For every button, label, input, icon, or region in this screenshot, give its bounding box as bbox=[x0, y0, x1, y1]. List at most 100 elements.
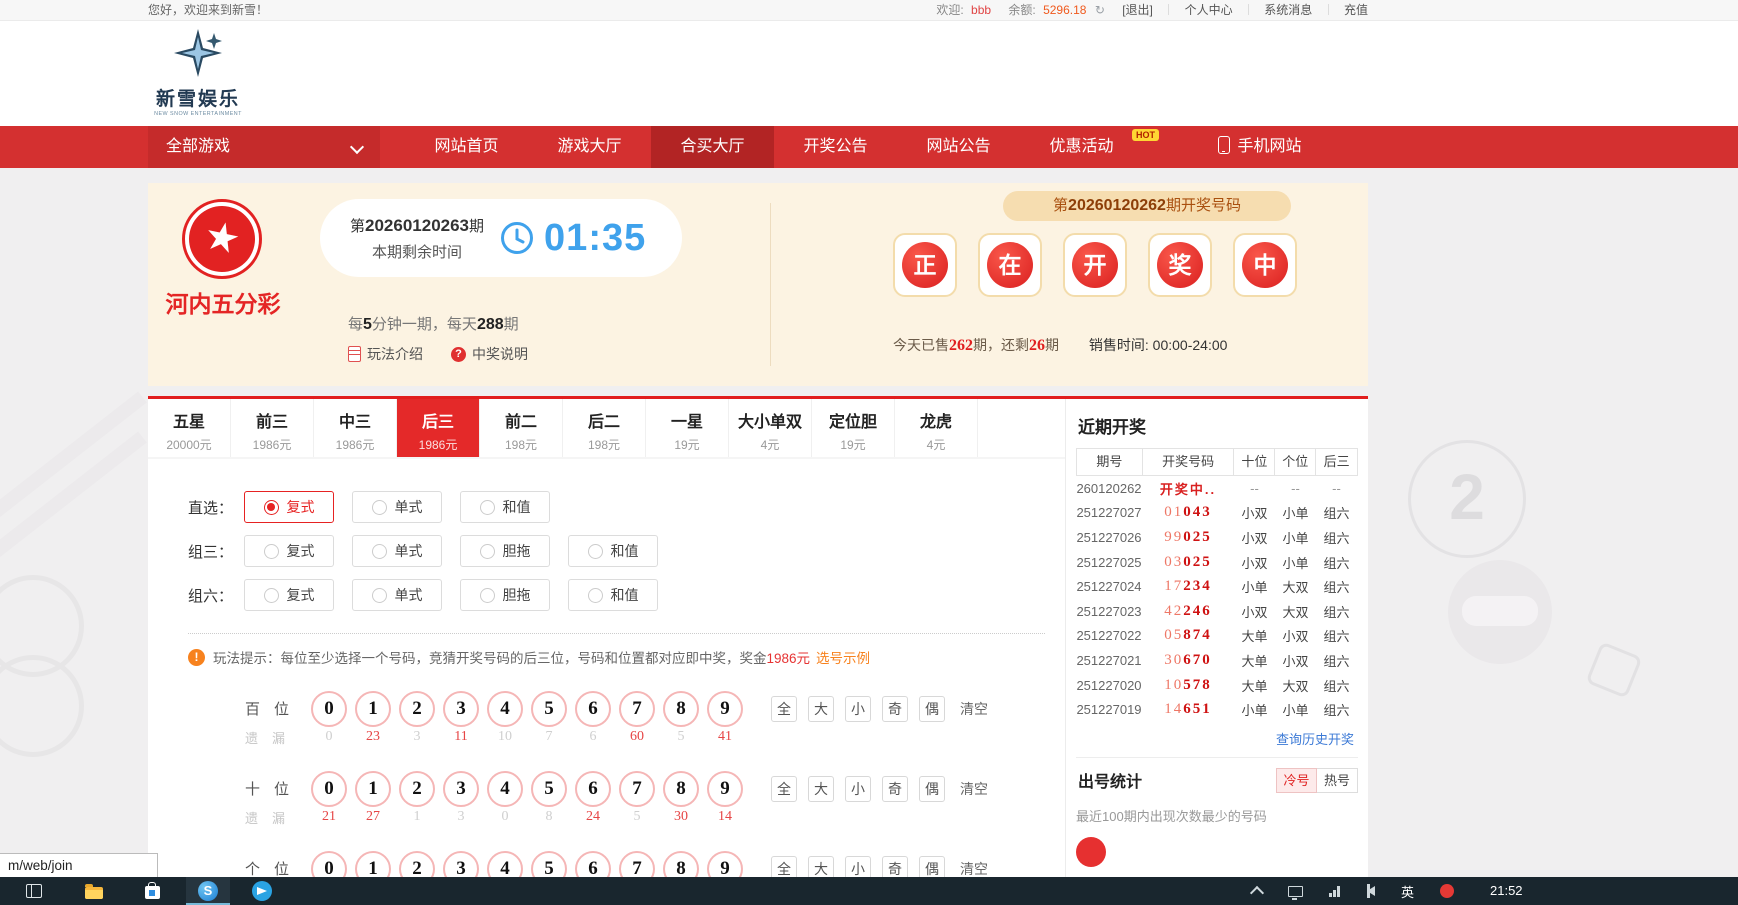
taskbar-clock[interactable]: 21:52 bbox=[1490, 877, 1523, 905]
refresh-balance-icon[interactable]: ↻ bbox=[1095, 3, 1105, 17]
draw-number-tail: 025 bbox=[1183, 529, 1212, 545]
quick-button[interactable]: 偶 bbox=[919, 776, 945, 802]
digit-button[interactable]: 2 bbox=[399, 771, 435, 807]
divider bbox=[188, 633, 1045, 634]
play-option-label: 胆拖 bbox=[503, 541, 531, 561]
browser-app-button[interactable]: S bbox=[186, 877, 230, 905]
digit-button[interactable]: 4 bbox=[487, 691, 523, 727]
nav-item-3[interactable]: 开奖公告 bbox=[774, 126, 897, 168]
telegram-button[interactable] bbox=[240, 877, 284, 905]
play-option[interactable]: 和值 bbox=[568, 579, 658, 611]
nav-item-5[interactable]: 优惠活动HOT bbox=[1020, 126, 1143, 168]
tab-9[interactable]: 龙虎4元 bbox=[895, 399, 978, 457]
clear-button[interactable]: 清空 bbox=[960, 776, 988, 802]
recent-draws-rows: 260120262开奖中..------25122702701043小双小单组六… bbox=[1076, 476, 1358, 722]
play-option[interactable]: 单式 bbox=[352, 491, 442, 523]
digit-row-labels: 十位遗漏 bbox=[245, 771, 297, 835]
cold-numbers-tab[interactable]: 冷号 bbox=[1276, 768, 1317, 793]
history-link[interactable]: 查询历史开奖 bbox=[1076, 729, 1354, 748]
draw-attr-tens: -- bbox=[1234, 481, 1275, 496]
nav-item-0[interactable]: 网站首页 bbox=[405, 126, 528, 168]
play-option[interactable]: 胆拖 bbox=[460, 579, 550, 611]
quick-button[interactable]: 大 bbox=[808, 776, 834, 802]
tab-1[interactable]: 前三1986元 bbox=[231, 399, 314, 457]
tab-8[interactable]: 定位胆19元 bbox=[812, 399, 895, 457]
digit-button[interactable]: 4 bbox=[487, 771, 523, 807]
system-messages-link[interactable]: 系统消息 bbox=[1264, 3, 1312, 17]
nav-item-1[interactable]: 游戏大厅 bbox=[528, 126, 651, 168]
display-tray-icon[interactable] bbox=[1288, 886, 1303, 897]
file-explorer-button[interactable] bbox=[72, 877, 116, 905]
quick-button[interactable]: 小 bbox=[845, 776, 871, 802]
play-option[interactable]: 单式 bbox=[352, 535, 442, 567]
hot-numbers-tab[interactable]: 热号 bbox=[1317, 768, 1358, 793]
divider bbox=[1076, 757, 1358, 758]
volume-tray-icon[interactable] bbox=[1367, 886, 1375, 896]
digit-button[interactable]: 9 bbox=[707, 771, 743, 807]
tab-3[interactable]: 后三1986元 bbox=[397, 399, 480, 457]
digit-button[interactable]: 3 bbox=[443, 771, 479, 807]
digit-button[interactable]: 9 bbox=[707, 691, 743, 727]
digit-button[interactable]: 5 bbox=[531, 691, 567, 727]
decoration-ball bbox=[1448, 560, 1552, 664]
tab-6[interactable]: 一星19元 bbox=[646, 399, 729, 457]
recharge-link[interactable]: 充值 bbox=[1344, 3, 1368, 17]
user-center-link[interactable]: 个人中心 bbox=[1185, 3, 1233, 17]
store-button[interactable] bbox=[130, 877, 174, 905]
draw-attr-units: 小单 bbox=[1275, 553, 1316, 572]
recent-header-cell: 个位 bbox=[1275, 449, 1316, 475]
digit-button[interactable]: 7 bbox=[619, 771, 655, 807]
digit-button[interactable]: 3 bbox=[443, 691, 479, 727]
network-tray-icon[interactable] bbox=[1329, 886, 1341, 897]
draw-attr-tens: 小双 bbox=[1234, 553, 1275, 572]
quick-button[interactable]: 偶 bbox=[919, 696, 945, 722]
quick-button[interactable]: 奇 bbox=[882, 696, 908, 722]
site-logo[interactable]: 新雪娱乐 NEW SNOW ENTERTAINMENT bbox=[148, 21, 248, 117]
howto-link[interactable]: 玩法介绍 bbox=[348, 344, 423, 364]
digit-button[interactable]: 6 bbox=[575, 691, 611, 727]
play-option[interactable]: 复式 bbox=[244, 535, 334, 567]
tab-0[interactable]: 五星20000元 bbox=[148, 399, 231, 457]
quick-button[interactable]: 全 bbox=[771, 776, 797, 802]
quick-button[interactable]: 奇 bbox=[882, 776, 908, 802]
play-option[interactable]: 和值 bbox=[568, 535, 658, 567]
nav-item-6[interactable]: 手机网站 bbox=[1190, 126, 1330, 168]
play-option[interactable]: 复式 bbox=[244, 491, 334, 523]
digit-button[interactable]: 8 bbox=[663, 691, 699, 727]
digit-button[interactable]: 8 bbox=[663, 771, 699, 807]
tab-5[interactable]: 后二198元 bbox=[563, 399, 646, 457]
digit-buttons: 0211272133405862475830914 bbox=[307, 771, 747, 835]
play-option[interactable]: 复式 bbox=[244, 579, 334, 611]
quick-button[interactable]: 小 bbox=[845, 696, 871, 722]
digit-button[interactable]: 0 bbox=[311, 691, 347, 727]
red-app-tray-icon[interactable] bbox=[1440, 884, 1454, 898]
draw-number: 99025 bbox=[1142, 529, 1234, 546]
all-games-menu[interactable]: 全部游戏 bbox=[148, 126, 380, 168]
logout-link[interactable]: [退出] bbox=[1122, 3, 1153, 17]
play-option[interactable]: 单式 bbox=[352, 579, 442, 611]
tab-2[interactable]: 中三1986元 bbox=[314, 399, 397, 457]
example-link[interactable]: 选号示例 bbox=[816, 651, 870, 666]
input-method-indicator[interactable]: 英 bbox=[1401, 882, 1414, 901]
tab-4[interactable]: 前二198元 bbox=[480, 399, 563, 457]
tray-expand-icon[interactable] bbox=[1250, 886, 1264, 900]
digit-button[interactable]: 5 bbox=[531, 771, 567, 807]
digit-button[interactable]: 0 bbox=[311, 771, 347, 807]
play-option[interactable]: 胆拖 bbox=[460, 535, 550, 567]
digit-button[interactable]: 6 bbox=[575, 771, 611, 807]
digit-button[interactable]: 7 bbox=[619, 691, 655, 727]
quick-button[interactable]: 大 bbox=[808, 696, 834, 722]
digit-button[interactable]: 1 bbox=[355, 691, 391, 727]
digit-button[interactable]: 1 bbox=[355, 771, 391, 807]
username-link[interactable]: bbb bbox=[971, 3, 991, 17]
nav-item-4[interactable]: 网站公告 bbox=[897, 126, 1020, 168]
clear-button[interactable]: 清空 bbox=[960, 696, 988, 722]
play-option[interactable]: 和值 bbox=[460, 491, 550, 523]
task-view-button[interactable] bbox=[12, 877, 56, 905]
draw-number: 17234 bbox=[1142, 578, 1234, 595]
prize-rules-link[interactable]: ? 中奖说明 bbox=[451, 344, 528, 364]
tab-7[interactable]: 大小单双4元 bbox=[729, 399, 812, 457]
quick-button[interactable]: 全 bbox=[771, 696, 797, 722]
digit-button[interactable]: 2 bbox=[399, 691, 435, 727]
nav-item-2[interactable]: 合买大厅 bbox=[651, 126, 774, 168]
